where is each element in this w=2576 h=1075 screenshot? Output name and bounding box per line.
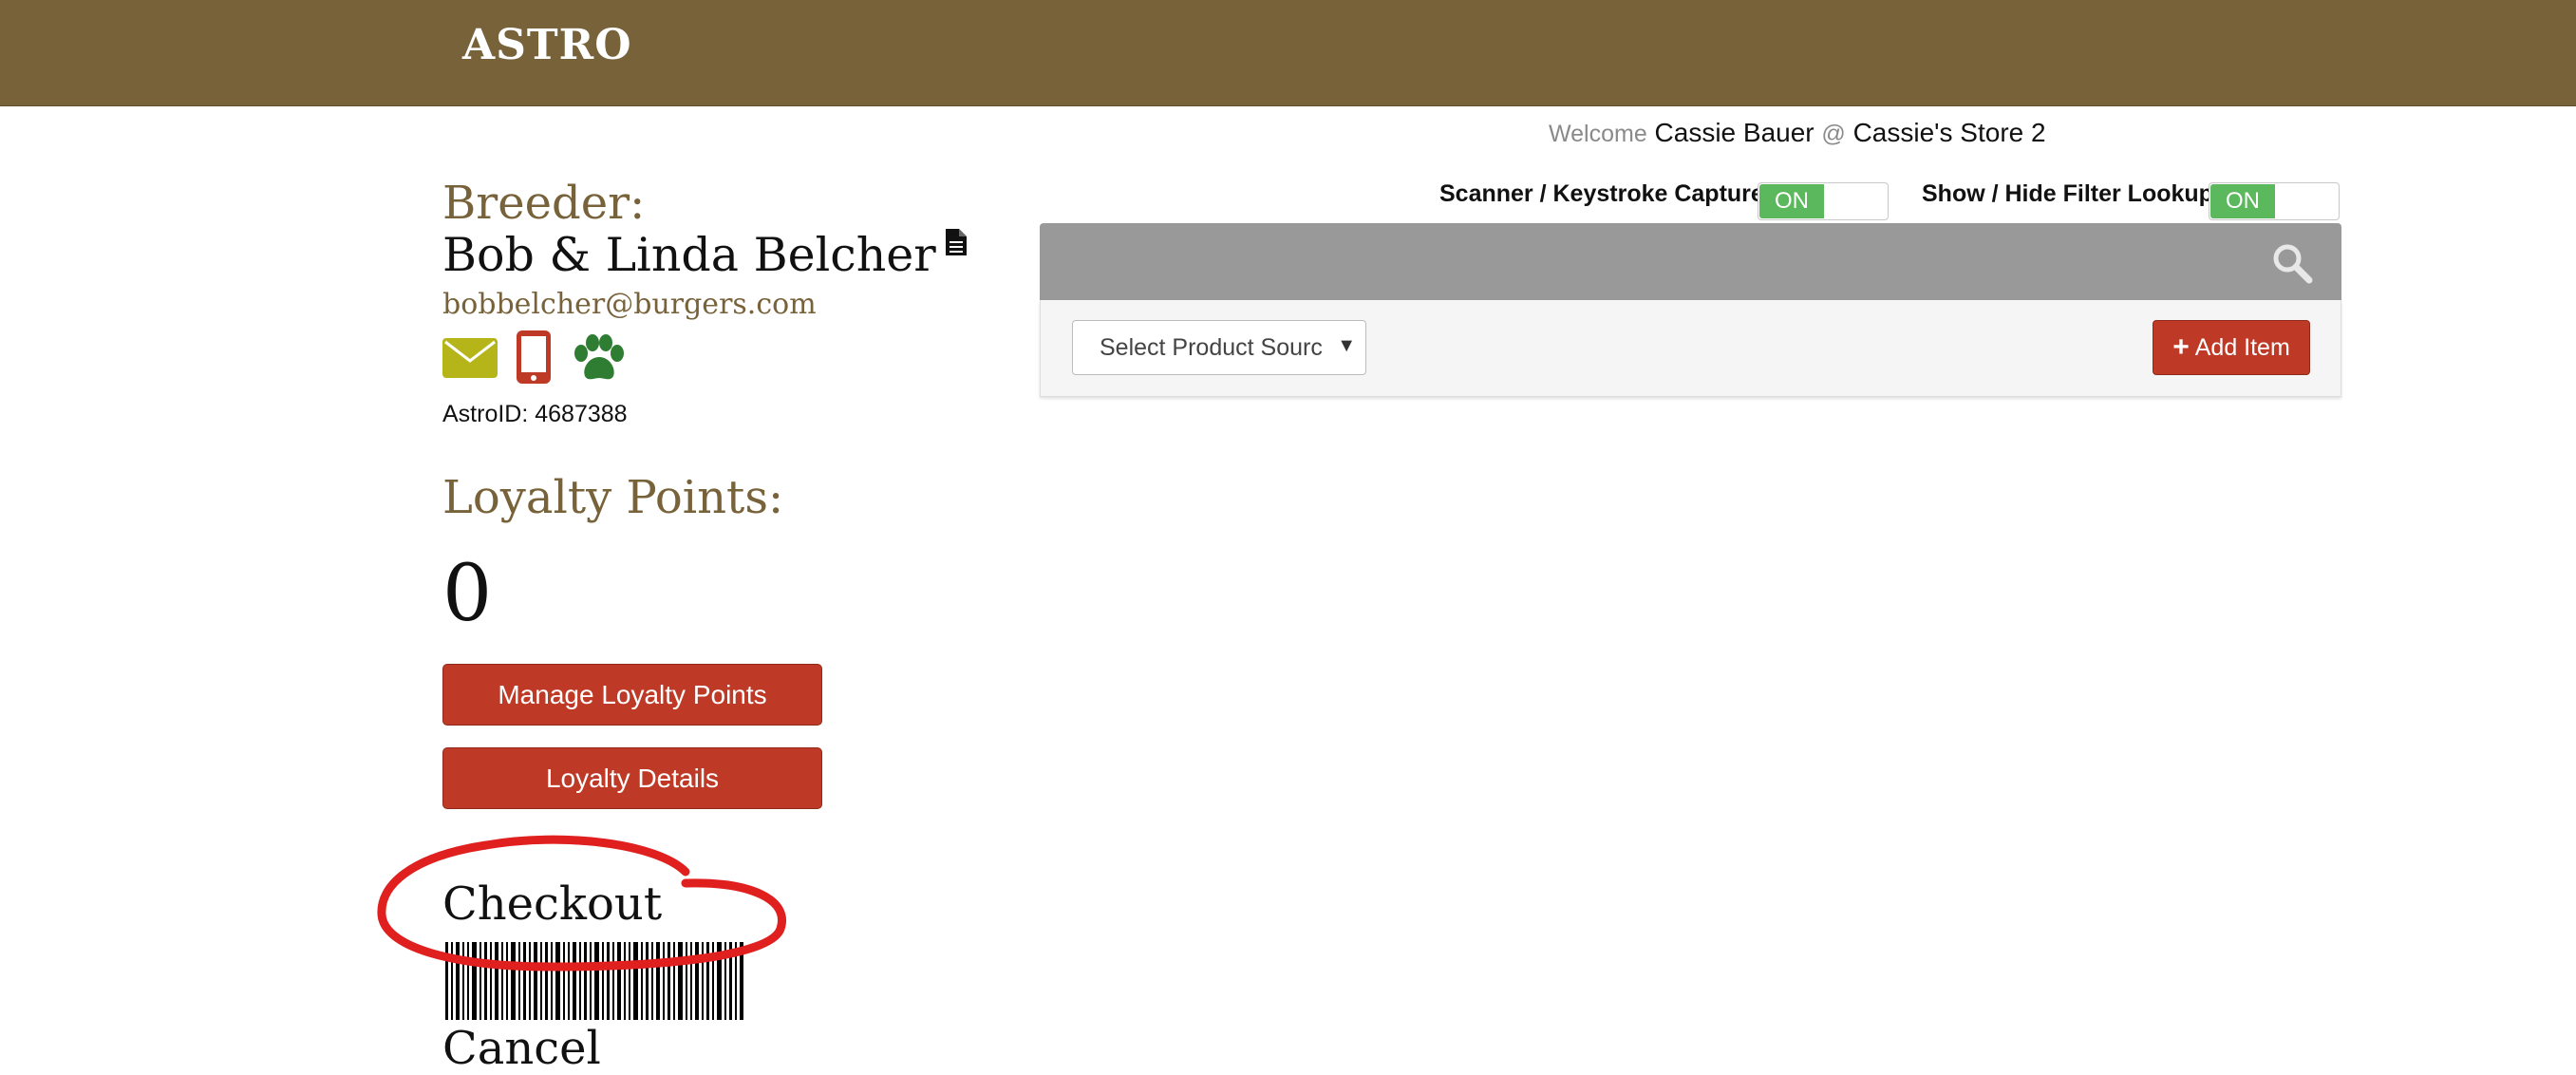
scanner-toggle-label: Scanner / Keystroke Capture bbox=[1439, 180, 1764, 207]
envelope-icon[interactable] bbox=[442, 338, 498, 383]
welcome-user: Cassie Bauer bbox=[1654, 118, 1814, 147]
manage-loyalty-points-button[interactable]: Manage Loyalty Points bbox=[442, 664, 822, 726]
scanner-toggle-state: ON bbox=[1759, 184, 1824, 218]
welcome-line: Welcome Cassie Bauer @ Cassie's Store 2 bbox=[1549, 118, 2046, 148]
welcome-at: @ bbox=[1821, 121, 1846, 147]
welcome-store: Cassie's Store 2 bbox=[1852, 118, 2046, 147]
scanner-toggle[interactable]: ON bbox=[1758, 182, 1889, 220]
product-search-bar[interactable] bbox=[1040, 223, 2341, 300]
add-item-label: Add Item bbox=[2194, 333, 2290, 361]
annotation-circle bbox=[377, 835, 786, 971]
loyalty-points-label: Loyalty Points: bbox=[442, 471, 784, 524]
document-icon[interactable] bbox=[944, 228, 968, 261]
mobile-phone-icon[interactable] bbox=[517, 330, 551, 388]
plus-icon: + bbox=[2172, 331, 2190, 363]
top-bar: ASTRO bbox=[0, 0, 2576, 106]
paw-icon[interactable] bbox=[572, 334, 627, 387]
welcome-prefix: Welcome bbox=[1549, 121, 1647, 147]
astro-logo[interactable]: ASTRO bbox=[462, 21, 632, 69]
filter-toggle-state: ON bbox=[2210, 184, 2275, 218]
breeder-name: Bob & Linda Belcher bbox=[442, 228, 936, 282]
add-item-button[interactable]: + Add Item bbox=[2153, 320, 2310, 375]
breeder-label: Breeder: bbox=[442, 177, 646, 230]
cancel-label[interactable]: Cancel bbox=[442, 1022, 601, 1075]
astro-id: AstroID: 4687388 bbox=[442, 401, 628, 427]
product-source-select[interactable]: Select Product Sourc ▼ bbox=[1072, 320, 1366, 375]
product-source-select-value: Select Product Sourc bbox=[1100, 333, 1323, 361]
loyalty-points-value: 0 bbox=[442, 549, 493, 639]
product-source-panel: Select Product Sourc ▼ + Add Item bbox=[1040, 300, 2341, 397]
loyalty-details-button[interactable]: Loyalty Details bbox=[442, 747, 822, 809]
filter-toggle[interactable]: ON bbox=[2209, 182, 2340, 220]
search-icon[interactable] bbox=[2271, 242, 2313, 289]
filter-toggle-label: Show / Hide Filter Lookup bbox=[1922, 180, 2213, 207]
chevron-down-icon: ▼ bbox=[1337, 335, 1356, 356]
customer-email[interactable]: bobbelcher@burgers.com bbox=[442, 288, 817, 321]
